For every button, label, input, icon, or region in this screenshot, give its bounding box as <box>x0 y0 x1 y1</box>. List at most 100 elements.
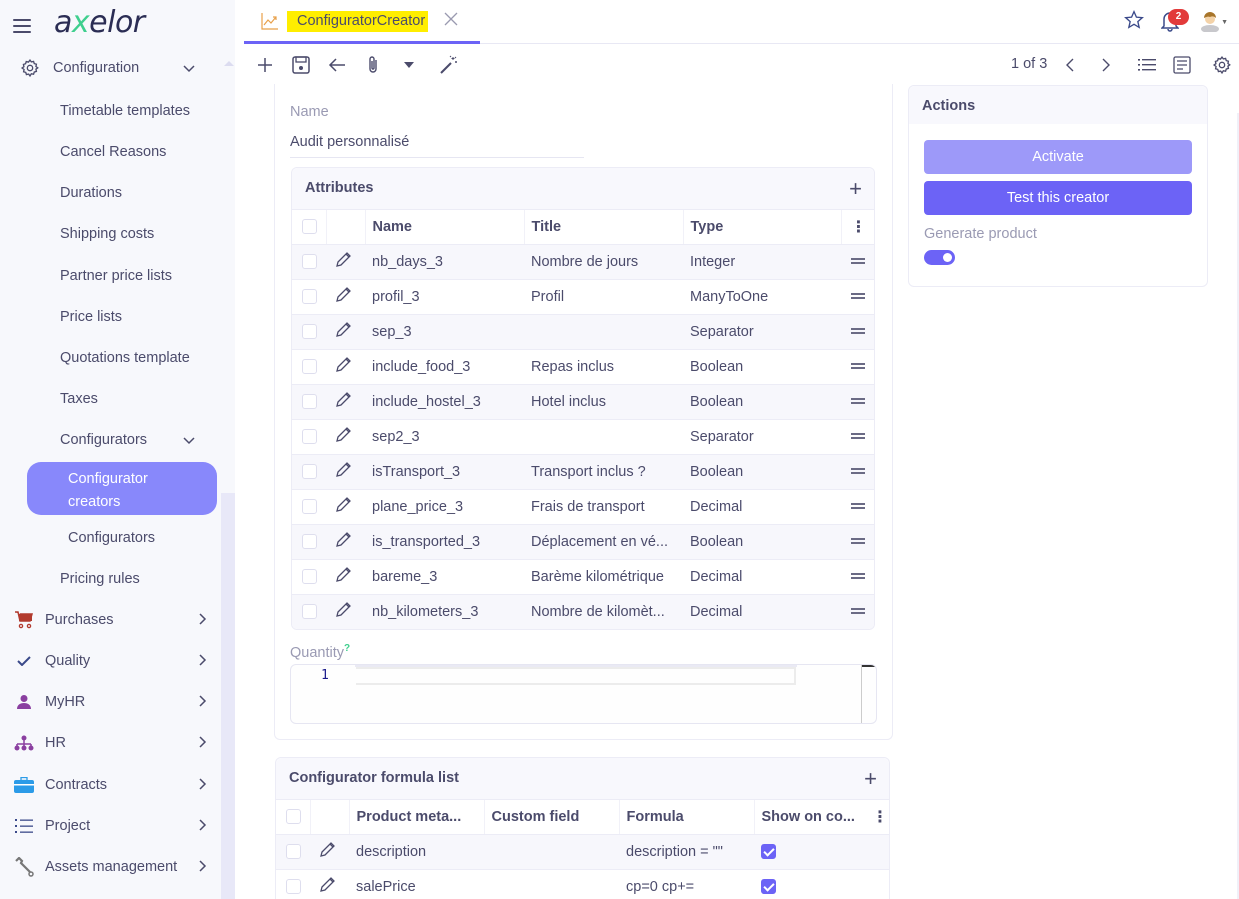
edit-pencil-icon[interactable] <box>334 496 352 518</box>
edit-pencil-icon[interactable] <box>334 461 352 483</box>
attribute-row[interactable]: sep_3 Separator <box>292 314 874 350</box>
drag-handle-icon[interactable] <box>851 431 865 441</box>
attribute-row[interactable]: nb_days_3 Nombre de jours Integer <box>292 244 874 280</box>
drag-handle-icon[interactable] <box>851 326 865 336</box>
row-checkbox[interactable] <box>302 569 317 585</box>
star-icon[interactable] <box>1124 10 1144 30</box>
sidebar-item-durations[interactable]: Durations <box>0 175 221 211</box>
edit-pencil-icon[interactable] <box>334 321 352 343</box>
edit-pencil-icon[interactable] <box>334 566 352 588</box>
drag-handle-icon[interactable] <box>851 606 865 616</box>
edit-pencil-icon[interactable] <box>334 601 352 623</box>
sidebar-item-purchases[interactable]: Purchases <box>0 602 221 638</box>
drag-handle-icon[interactable] <box>851 466 865 476</box>
edit-pencil-icon[interactable] <box>334 251 352 273</box>
form-view-icon[interactable] <box>1171 54 1193 76</box>
generate-product-toggle[interactable] <box>924 250 955 265</box>
show-on-configurator-checkbox[interactable] <box>761 879 776 895</box>
row-checkbox[interactable] <box>302 499 317 515</box>
sidebar-item-cancel-reasons[interactable]: Cancel Reasons <box>0 134 221 170</box>
sidebar-item-quality[interactable]: Quality <box>0 643 221 679</box>
drag-handle-icon[interactable] <box>851 536 865 546</box>
drag-handle-icon[interactable] <box>851 361 865 371</box>
column-header-product-meta[interactable]: Product meta... <box>349 800 485 835</box>
magic-wand-icon[interactable] <box>438 54 460 76</box>
activate-button[interactable]: Activate <box>924 140 1192 174</box>
sidebar-item-timetable-templates[interactable]: Timetable templates <box>0 93 221 129</box>
sidebar-item-configuration[interactable]: Configuration <box>0 50 221 86</box>
attribute-row[interactable]: include_hostel_3 Hotel inclus Boolean <box>292 384 874 420</box>
column-header-type[interactable]: Type <box>683 210 842 245</box>
test-creator-button[interactable]: Test this creator <box>924 181 1192 215</box>
show-on-configurator-checkbox[interactable] <box>761 844 776 860</box>
next-record-button[interactable] <box>1095 54 1117 76</box>
row-checkbox[interactable] <box>302 254 317 270</box>
edit-pencil-icon[interactable] <box>334 426 352 448</box>
sidebar-item-configurators-group[interactable]: Configurators <box>0 422 221 458</box>
active-line[interactable] <box>356 667 796 685</box>
sidebar-item-shipping-costs[interactable]: Shipping costs <box>0 216 221 252</box>
row-checkbox[interactable] <box>286 844 301 860</box>
attachment-button[interactable] <box>362 54 384 76</box>
more-actions-dropdown[interactable] <box>398 54 420 76</box>
attribute-row[interactable]: isTransport_3 Transport inclus ? Boolean <box>292 454 874 490</box>
column-header-title[interactable]: Title <box>524 210 684 245</box>
attribute-row[interactable]: is_transported_3 Déplacement en vé... Bool… <box>292 524 874 560</box>
column-menu-icon[interactable]: ⋮ <box>851 219 867 236</box>
column-menu-icon[interactable]: ⋮ <box>872 809 888 826</box>
sidebar-item-quotations-template[interactable]: Quotations template <box>0 340 221 376</box>
hamburger-menu-icon[interactable] <box>13 19 31 33</box>
sidebar-item-contracts[interactable]: Contracts <box>0 767 221 803</box>
edit-pencil-icon[interactable] <box>318 876 336 898</box>
select-all-checkbox[interactable] <box>302 219 317 235</box>
attribute-row[interactable]: include_food_3 Repas inclus Boolean <box>292 349 874 385</box>
avatar[interactable] <box>1199 10 1221 33</box>
drag-handle-icon[interactable] <box>851 571 865 581</box>
help-icon[interactable]: ? <box>344 643 350 654</box>
sidebar-item-hr[interactable]: HR <box>0 725 221 761</box>
attribute-row[interactable]: bareme_3 Barème kilométrique Decimal <box>292 559 874 595</box>
sidebar-item-configurators[interactable]: Configurators <box>0 520 221 556</box>
drag-handle-icon[interactable] <box>851 501 865 511</box>
select-all-checkbox[interactable] <box>286 809 301 825</box>
sidebar-item-configurator-creators[interactable]: Configurator creators <box>27 462 217 515</box>
row-checkbox[interactable] <box>302 464 317 480</box>
close-icon[interactable] <box>444 11 462 29</box>
sidebar-scrollbar[interactable] <box>221 493 235 899</box>
column-header-custom-field[interactable]: Custom field <box>484 800 620 835</box>
drag-handle-icon[interactable] <box>851 396 865 406</box>
editor-scrollbar[interactable] <box>861 665 876 723</box>
scroll-up-arrow[interactable] <box>224 61 234 66</box>
formula-row[interactable]: description description = "" <box>276 834 889 870</box>
column-header-formula[interactable]: Formula <box>619 800 755 835</box>
quantity-code-editor[interactable]: 1 <box>290 664 877 724</box>
sidebar-item-assets-management[interactable]: Assets management <box>0 849 221 885</box>
save-button[interactable] <box>290 54 312 76</box>
sidebar-item-price-lists[interactable]: Price lists <box>0 299 221 335</box>
sidebar-item-myhr[interactable]: MyHR <box>0 684 221 720</box>
sidebar-item-project[interactable]: Project <box>0 808 221 844</box>
caret-down-icon[interactable]: ▼ <box>1221 19 1228 26</box>
new-button[interactable] <box>254 54 276 76</box>
edit-pencil-icon[interactable] <box>334 391 352 413</box>
row-checkbox[interactable] <box>302 534 317 550</box>
sidebar-item-partner-price-lists[interactable]: Partner price lists <box>0 258 221 294</box>
settings-gear-icon[interactable] <box>1211 54 1233 76</box>
column-header-show-on-configurator[interactable]: Show on co... <box>754 800 872 835</box>
row-checkbox[interactable] <box>302 394 317 410</box>
tab-configurator-creator[interactable]: ConfiguratorCreator <box>244 0 480 44</box>
row-checkbox[interactable] <box>286 879 301 895</box>
add-formula-button[interactable]: + <box>864 766 877 792</box>
drag-handle-icon[interactable] <box>851 291 865 301</box>
previous-record-button[interactable] <box>1059 54 1081 76</box>
formula-row[interactable]: salePrice cp=0 cp+= <box>276 869 889 899</box>
sidebar-item-taxes[interactable]: Taxes <box>0 381 221 417</box>
row-checkbox[interactable] <box>302 324 317 340</box>
row-checkbox[interactable] <box>302 429 317 445</box>
row-checkbox[interactable] <box>302 289 317 305</box>
back-button[interactable] <box>326 54 348 76</box>
name-input[interactable]: Audit personnalisé <box>290 134 584 158</box>
row-checkbox[interactable] <box>302 604 317 620</box>
row-checkbox[interactable] <box>302 359 317 375</box>
edit-pencil-icon[interactable] <box>334 531 352 553</box>
